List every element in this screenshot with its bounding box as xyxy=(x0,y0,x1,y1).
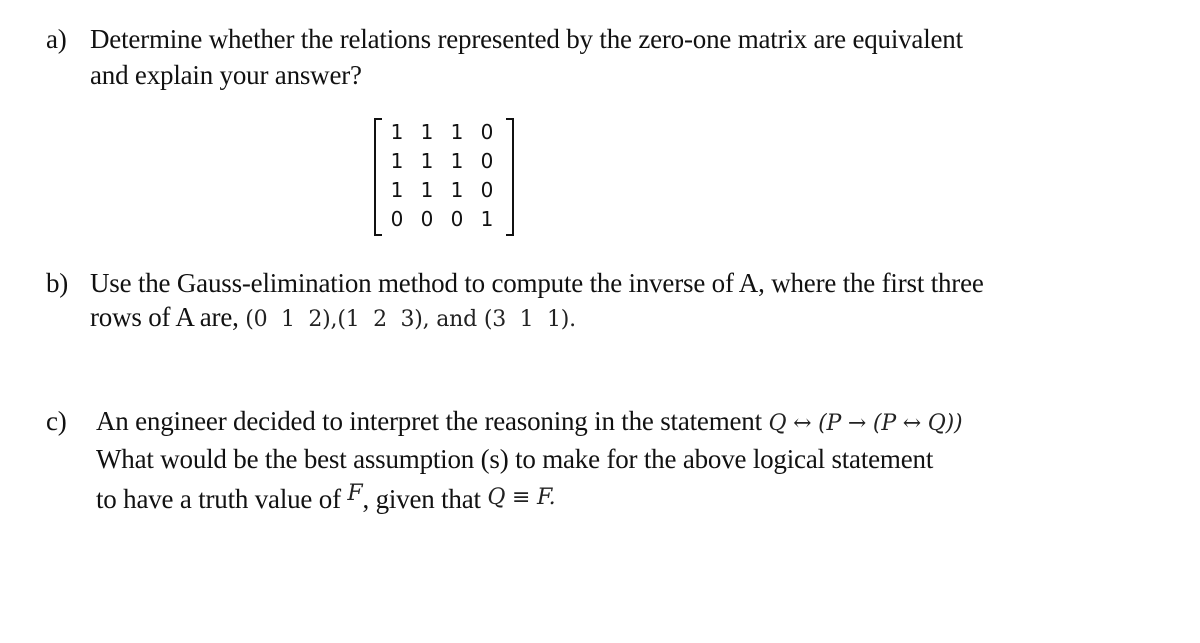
question-c-line1: c) An engineer decided to interpret the r… xyxy=(46,406,963,437)
matrix-left-bracket xyxy=(374,118,382,236)
question-a-line2: and explain your answer? xyxy=(90,60,362,90)
matrix-cell: 1 xyxy=(450,178,464,202)
question-b-label: b) xyxy=(46,268,69,298)
matrix-cell: 1 xyxy=(450,149,464,173)
given-condition-math: Q ≡ F. xyxy=(487,485,556,510)
question-c-label: c) xyxy=(46,406,67,436)
logic-statement-math: Q ↔ (P → (P ↔ Q)) xyxy=(768,411,963,436)
question-a-text: Determine whether the relations represen… xyxy=(90,24,963,54)
matrix-cell: 1 xyxy=(450,120,464,144)
matrix-cell: 1 xyxy=(420,178,434,202)
matrix-grid: 1110111011100001 xyxy=(382,118,502,234)
question-c-text3b: , given that xyxy=(362,484,488,514)
matrix-cell: 0 xyxy=(420,207,434,231)
question-c-text: An engineer decided to interpret the rea… xyxy=(96,406,769,436)
question-c-text3a: to have a truth value of xyxy=(96,484,348,514)
matrix-cell: 0 xyxy=(450,207,464,231)
question-b-line2: rows of A are, (0 1 2),(1 2 3), and (3 1… xyxy=(90,302,576,333)
question-c-line2: What would be the best assumption (s) to… xyxy=(96,444,934,474)
matrix-cell: 1 xyxy=(480,207,494,231)
matrix-cell: 1 xyxy=(390,120,404,144)
question-c-line3: to have a truth value of F, given that Q… xyxy=(96,481,556,515)
truth-value-math: F xyxy=(347,481,363,506)
matrix-cell: 1 xyxy=(420,120,434,144)
matrix-cell: 0 xyxy=(480,120,494,144)
matrix-cell: 1 xyxy=(420,149,434,173)
matrix-right-bracket xyxy=(506,118,514,236)
question-b-text2: rows of A are, xyxy=(90,302,246,332)
matrix-cell: 0 xyxy=(480,178,494,202)
question-a-line1: a) Determine whether the relations repres… xyxy=(46,24,963,55)
question-a-label: a) xyxy=(46,24,67,54)
question-b-text: Use the Gauss-elimination method to comp… xyxy=(90,268,984,298)
matrix-rows-math: (0 1 2),(1 2 3), and (3 1 1). xyxy=(245,307,576,332)
question-b-line1: b) Use the Gauss-elimination method to co… xyxy=(46,268,984,299)
matrix-cell: 1 xyxy=(390,149,404,173)
matrix-cell: 0 xyxy=(390,207,404,231)
matrix-cell: 0 xyxy=(480,149,494,173)
zero-one-matrix: 1110111011100001 xyxy=(374,118,514,236)
matrix-cell: 1 xyxy=(390,178,404,202)
